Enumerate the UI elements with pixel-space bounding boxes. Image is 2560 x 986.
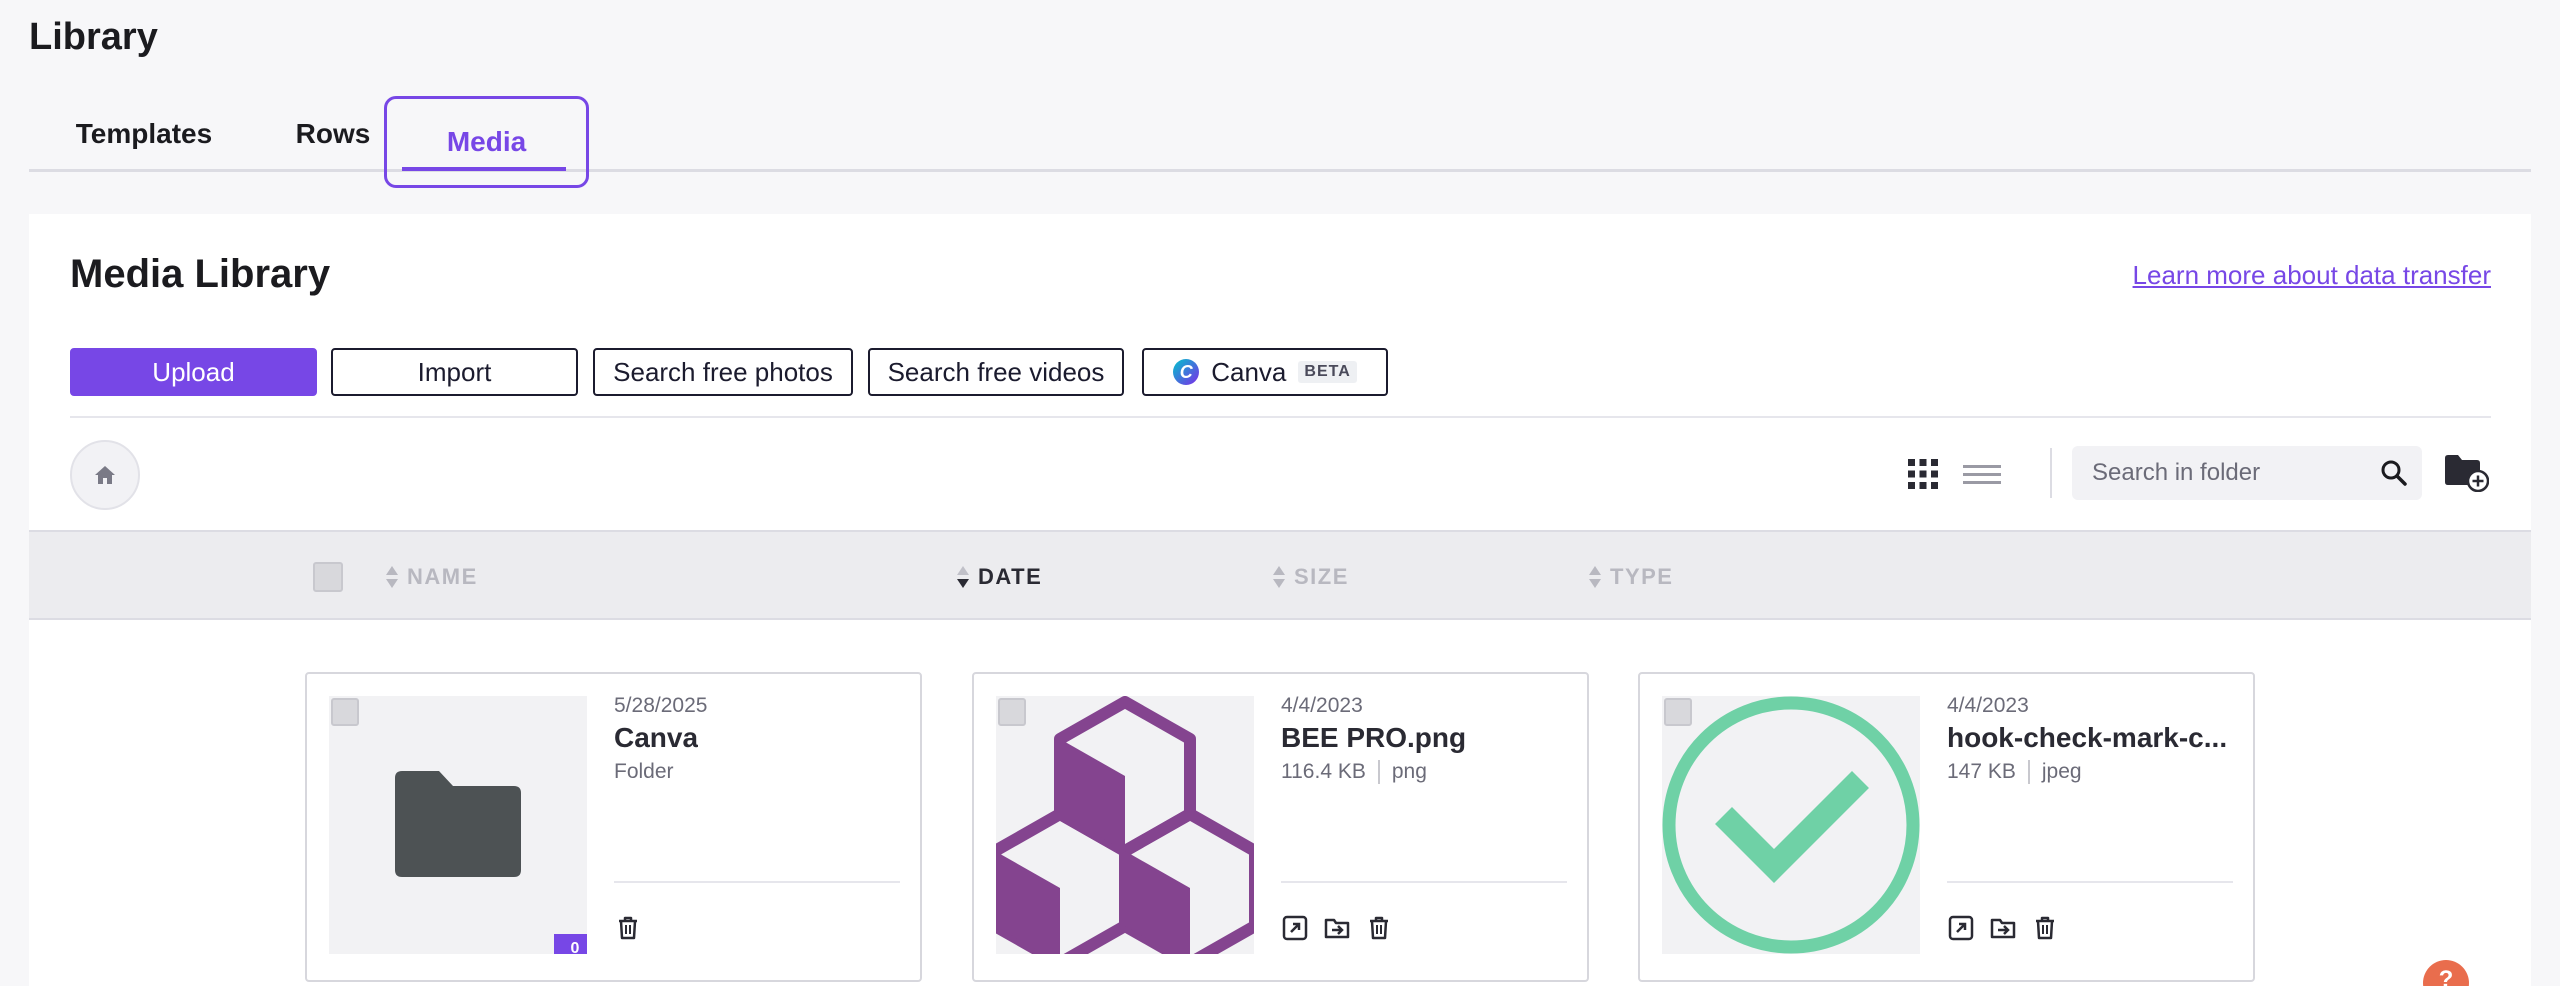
table-header: NAME DATE SIZE TYPE: [29, 530, 2531, 620]
open-external-icon[interactable]: [1947, 914, 1975, 942]
image-thumbnail: [1662, 696, 1920, 954]
media-library-title: Media Library: [70, 252, 331, 296]
search-icon[interactable]: [2380, 459, 2408, 487]
library-tabs: Templates Rows Media: [29, 96, 2531, 188]
card-divider: [614, 881, 900, 883]
grid-view-icon[interactable]: [1906, 457, 1940, 491]
card-divider: [1281, 881, 1567, 883]
import-button[interactable]: Import: [331, 348, 578, 396]
item-checkbox[interactable]: [998, 698, 1026, 726]
search-input[interactable]: [2072, 446, 2372, 500]
open-external-icon[interactable]: [1281, 914, 1309, 942]
beta-badge: BETA: [1298, 361, 1357, 383]
bee-pro-cubes-logo: [996, 696, 1254, 954]
canva-label: Canva: [1211, 356, 1287, 387]
column-size-label: SIZE: [1294, 564, 1349, 589]
item-date: 4/4/2023: [1947, 694, 2029, 717]
item-checkbox[interactable]: [1664, 698, 1692, 726]
item-info: Folder: [614, 760, 674, 784]
item-name: hook-check-mark-c...: [1947, 722, 2228, 753]
column-name-label: NAME: [407, 564, 478, 589]
item-count-badge: 0: [554, 934, 587, 954]
view-separator: [2050, 448, 2052, 498]
item-date: 5/28/2025: [614, 694, 708, 717]
tab-media[interactable]: Media: [384, 96, 589, 188]
item-name: Canva: [614, 722, 699, 753]
list-view-icon[interactable]: [1963, 457, 2001, 491]
delete-icon[interactable]: [2031, 914, 2059, 942]
upload-button[interactable]: Upload: [70, 348, 317, 396]
move-to-folder-icon[interactable]: [1323, 914, 1351, 942]
sort-arrows-icon: [1273, 566, 1285, 588]
item-kind: Folder: [614, 760, 674, 783]
sort-arrows-icon: [386, 566, 398, 588]
check-mark-circle: [1662, 696, 1920, 954]
item-info: 147 KB jpeg: [1947, 760, 2082, 784]
item-size: 147 KB: [1947, 760, 2016, 783]
toolbar-divider: [70, 416, 2491, 418]
folder-search: [2072, 446, 2422, 500]
item-size: 116.4 KB: [1281, 760, 1366, 783]
learn-more-link[interactable]: Learn more about data transfer: [2133, 260, 2491, 291]
item-info: 116.4 KB png: [1281, 760, 1427, 784]
item-name: BEE PRO.png: [1281, 722, 1467, 753]
tab-media-label: Media: [446, 126, 527, 157]
item-actions: [614, 914, 642, 942]
column-type-label: TYPE: [1610, 564, 1674, 589]
media-card-image[interactable]: 4/4/2023 hook-check-mark-c... 147 KB jpe…: [1638, 672, 2255, 982]
info-separator: [2027, 760, 2030, 784]
canva-button[interactable]: C Canva BETA: [1142, 348, 1388, 396]
canva-logo-icon: C: [1173, 359, 1200, 385]
delete-icon[interactable]: [1365, 914, 1393, 942]
tab-templates[interactable]: Templates: [69, 96, 219, 172]
sort-by-name[interactable]: NAME: [385, 562, 478, 592]
sort-by-date[interactable]: DATE: [956, 562, 1042, 592]
page-title: Library: [29, 16, 158, 58]
sort-arrows-icon: [1589, 566, 1601, 588]
folder-icon: [395, 771, 521, 877]
sort-arrows-icon: [957, 566, 969, 588]
tab-rows[interactable]: Rows: [273, 96, 393, 172]
home-icon: [95, 466, 115, 484]
item-actions: [1947, 914, 2059, 942]
select-all-checkbox[interactable]: [313, 562, 343, 592]
search-free-photos-button[interactable]: Search free photos: [593, 348, 853, 396]
item-date: 4/4/2023: [1281, 694, 1363, 717]
move-to-folder-icon[interactable]: [1989, 914, 2017, 942]
tab-active-underline: [402, 167, 566, 171]
item-actions: [1281, 914, 1393, 942]
media-card-image[interactable]: 4/4/2023 BEE PRO.png 116.4 KB png: [972, 672, 1589, 982]
item-checkbox[interactable]: [331, 698, 359, 726]
folder-thumbnail: 0: [329, 696, 587, 954]
card-divider: [1947, 881, 2233, 883]
image-thumbnail: [996, 696, 1254, 954]
delete-icon[interactable]: [614, 914, 642, 942]
home-folder-button[interactable]: [70, 440, 140, 510]
item-type: jpeg: [2041, 760, 2082, 783]
media-library-panel: Media Library Learn more about data tran…: [29, 214, 2531, 986]
search-free-videos-button[interactable]: Search free videos: [868, 348, 1124, 396]
sort-by-type[interactable]: TYPE: [1588, 562, 1673, 592]
info-separator: [1377, 760, 1380, 784]
column-date-label: DATE: [978, 564, 1043, 589]
item-type: png: [1391, 760, 1427, 783]
media-card-folder[interactable]: 0 5/28/2025 Canva Folder: [305, 672, 922, 982]
new-folder-icon[interactable]: [2443, 452, 2489, 492]
sort-by-size[interactable]: SIZE: [1272, 562, 1349, 592]
